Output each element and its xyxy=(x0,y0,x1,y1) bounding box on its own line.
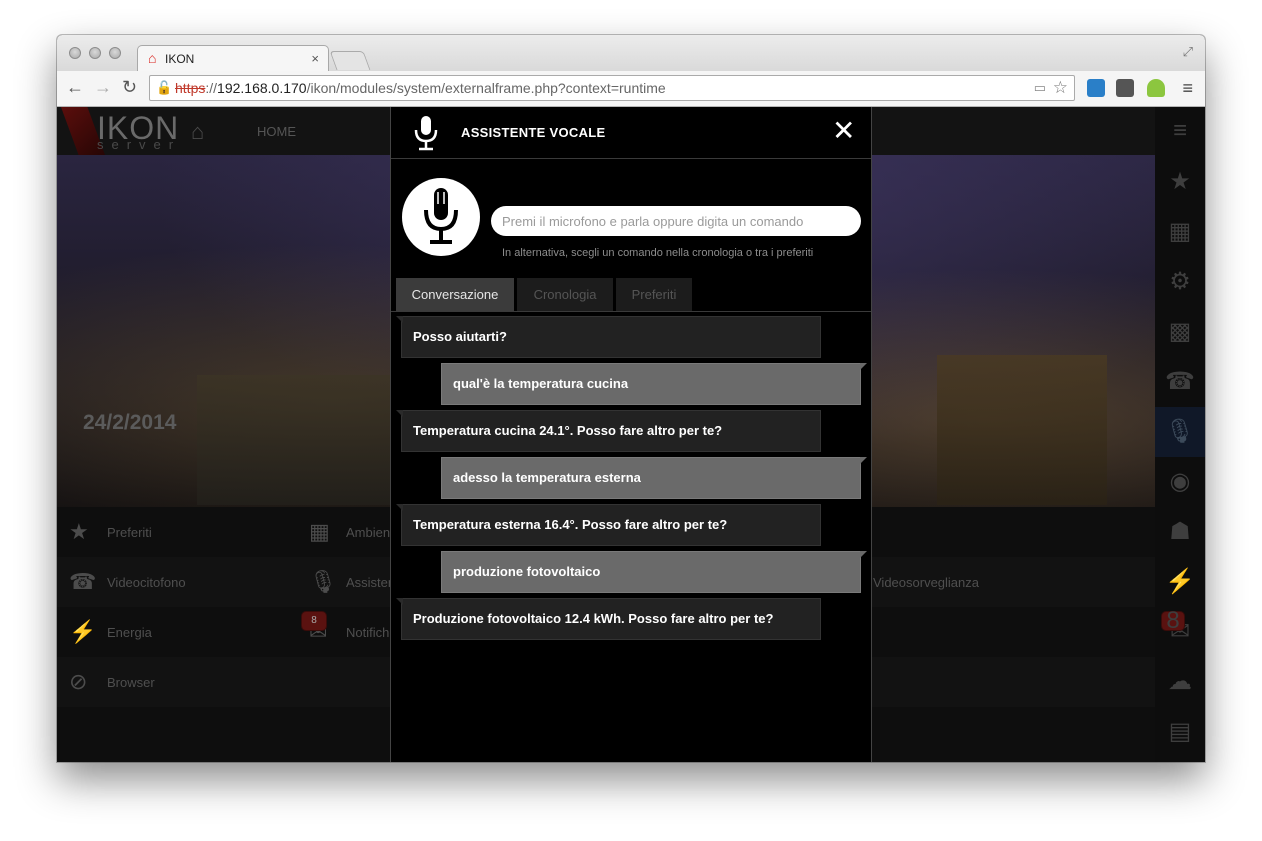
tab-preferiti[interactable]: Preferiti xyxy=(616,278,692,311)
user-message[interactable]: adesso la temperatura esterna xyxy=(441,457,867,499)
energy-battery-icon[interactable]: ⚡ xyxy=(1155,557,1205,607)
microphone-icon xyxy=(414,116,438,151)
hint-text: In alternativa, scegli un comando nella … xyxy=(502,247,814,259)
settings-gears-icon[interactable]: ⚙ xyxy=(1155,257,1205,307)
browser-window: ⌂ IKON × ⤢ ← → ↻ 🔓 https://192.168.0.170… xyxy=(57,35,1205,762)
camera-blocked-icon[interactable]: ▭ xyxy=(1034,80,1046,96)
zoom-window-button[interactable] xyxy=(109,47,121,59)
disc-icon[interactable]: ◉ xyxy=(1155,457,1205,507)
command-input[interactable] xyxy=(491,206,861,236)
tab-title: IKON xyxy=(165,52,195,66)
browser-toolbar: ← → ↻ 🔓 https://192.168.0.170/ikon/modul… xyxy=(57,71,1205,107)
close-window-button[interactable] xyxy=(69,47,81,59)
compass-icon: ⊘ xyxy=(69,669,88,694)
alarm-siren-icon[interactable]: ☗ xyxy=(1155,507,1205,557)
page-content: IKON server ⌂ HOME 24/2/2014 ★ Preferiti… xyxy=(57,107,1205,762)
intercom-icon: ☎ xyxy=(69,569,97,594)
tab-cronologia[interactable]: Cronologia xyxy=(517,278,613,311)
extension-icon[interactable] xyxy=(1116,79,1134,97)
grid-item-videocitofono[interactable]: ☎ Videocitofono xyxy=(57,557,297,607)
home-icon[interactable]: ⌂ xyxy=(191,119,204,145)
assistant-message: Temperatura cucina 24.1°. Posso fare alt… xyxy=(396,410,821,452)
assistant-message: Produzione fotovoltaico 12.4 kWh. Posso … xyxy=(396,598,821,640)
assistant-message: Temperatura esterna 16.4°. Posso fare al… xyxy=(396,504,821,546)
logo-subtext: server xyxy=(97,137,182,152)
battery-icon: ⚡ xyxy=(69,619,97,644)
tab-conversazione[interactable]: Conversazione xyxy=(396,278,514,311)
qr-code-icon[interactable]: ▩ xyxy=(1155,307,1205,357)
user-message[interactable]: qual'è la temperatura cucina xyxy=(441,363,867,405)
dialog-title: ASSISTENTE VOCALE xyxy=(461,125,606,140)
dialog-header: ASSISTENTE VOCALE ✕ xyxy=(391,107,871,159)
voice-assistant-icon[interactable]: 🎙 xyxy=(1155,407,1205,457)
microphone-icon: 🎙 xyxy=(309,569,337,594)
tab-close-icon[interactable]: × xyxy=(311,51,319,66)
title-bar: ⌂ IKON × ⤢ xyxy=(57,35,1205,71)
dialog-tabs: Conversazione Cronologia Preferiti xyxy=(391,277,871,312)
microphone-icon xyxy=(424,188,458,244)
close-icon[interactable]: ✕ xyxy=(832,117,855,145)
minimize-window-button[interactable] xyxy=(89,47,101,59)
notifications-icon[interactable]: ✉ 8 xyxy=(1155,607,1205,657)
address-bar[interactable]: 🔓 https://192.168.0.170/ikon/modules/sys… xyxy=(149,75,1075,101)
intercom-icon[interactable]: ☎ xyxy=(1155,357,1205,407)
grid-item-preferiti[interactable]: ★ Preferiti xyxy=(57,507,297,557)
forward-icon[interactable]: → xyxy=(94,77,112,98)
star-icon: ★ xyxy=(69,519,89,544)
user-message[interactable]: produzione fotovoltaico xyxy=(441,551,867,593)
reload-icon[interactable]: ↻ xyxy=(122,77,137,98)
back-icon[interactable]: ← xyxy=(66,77,84,98)
ikon-favicon-icon: ⌂ xyxy=(148,50,157,66)
fullscreen-icon[interactable]: ⤢ xyxy=(1183,44,1193,60)
url-text[interactable]: https://192.168.0.170/ikon/modules/syste… xyxy=(175,80,666,96)
date-display: 24/2/2014 xyxy=(83,411,177,434)
browser-tab[interactable]: ⌂ IKON × xyxy=(137,45,329,71)
record-microphone-button[interactable] xyxy=(402,178,480,256)
grid-item-videosorveglianza[interactable]: Videosorveglianza xyxy=(837,557,1077,607)
right-sidebar: ≡ ★ ▦ ⚙ ▩ ☎ 🎙 ◉ ☗ ⚡ ✉ 8 ☁ ▤ xyxy=(1155,107,1205,762)
floorplan-icon: ▦ xyxy=(309,519,330,544)
menu-icon[interactable]: ≡ xyxy=(1155,107,1205,157)
browser-menu-icon[interactable]: ≡ xyxy=(1182,78,1193,99)
weather-cloud-icon[interactable]: ☁ xyxy=(1155,657,1205,707)
favorites-star-icon[interactable]: ★ xyxy=(1155,157,1205,207)
floorplan-icon[interactable]: ▦ xyxy=(1155,207,1205,257)
home-link[interactable]: HOME xyxy=(257,124,296,139)
notification-badge: 8 xyxy=(301,611,327,631)
grid-item-browser[interactable]: ⊘ Browser xyxy=(57,657,297,707)
calendar-icon[interactable]: ▤ xyxy=(1155,707,1205,757)
notification-badge: 8 xyxy=(1161,609,1185,633)
grid-item-energia[interactable]: ⚡ Energia xyxy=(57,607,297,657)
new-tab-button[interactable] xyxy=(329,51,371,70)
translate-extension-icon[interactable] xyxy=(1087,79,1105,97)
voice-assistant-dialog: ASSISTENTE VOCALE ✕ In alternativa, sceg… xyxy=(390,107,872,762)
bookmark-star-icon[interactable]: ☆ xyxy=(1053,78,1068,98)
assistant-message: Posso aiutarti? xyxy=(396,316,821,358)
broken-lock-icon: 🔓 xyxy=(156,80,173,95)
android-extension-icon[interactable] xyxy=(1147,79,1165,97)
